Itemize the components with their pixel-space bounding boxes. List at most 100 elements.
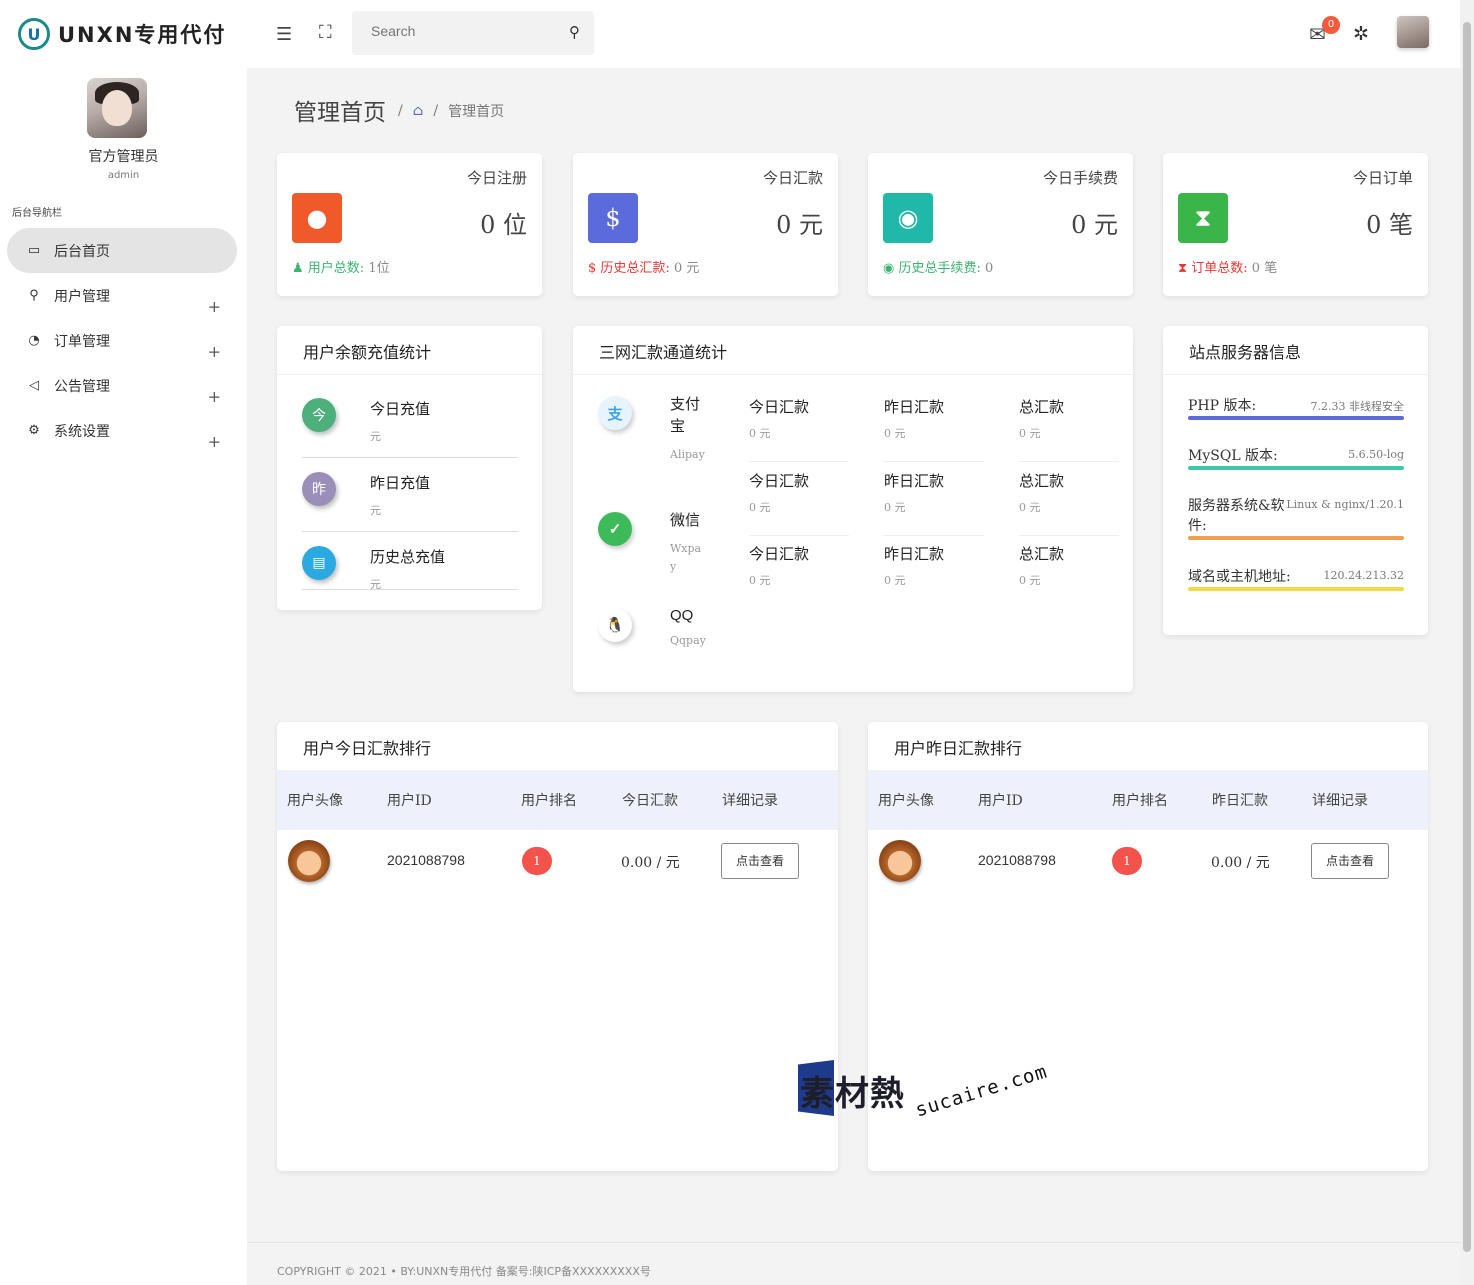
panel-title: 站点服务器信息 xyxy=(1189,343,1302,362)
channel-name: 微信 xyxy=(670,511,701,529)
page-footer: COPYRIGHT © 2021 • BY:UNXN专用代付 备案号:陕ICP备… xyxy=(247,1242,1460,1285)
user-avatar xyxy=(288,840,330,882)
sidebar-item-label: 后台首页 xyxy=(54,243,110,260)
list-item: 今 今日充值 元 xyxy=(302,384,518,458)
panel-title: 用户今日汇款排行 xyxy=(303,739,432,758)
cell-value: 0 元 xyxy=(1019,427,1041,440)
sidebar-item-label: 系统设置 xyxy=(54,423,110,440)
sidebar-item-orders[interactable]: ◔ 订单管理 + xyxy=(7,318,237,363)
cell-value: 0 元 xyxy=(884,427,906,440)
expand-icon[interactable]: + xyxy=(208,432,221,451)
channel-cell: 今日汇款 0 元 xyxy=(749,543,849,609)
apps-icon[interactable]: ✲ xyxy=(1353,23,1369,45)
view-detail-button[interactable]: 点击查看 xyxy=(1311,843,1389,879)
list-item: 昨 昨日充值 元 xyxy=(302,458,518,532)
column-header: 详细记录 xyxy=(722,793,778,809)
server-value: Linux & nginx/1.20.1 xyxy=(1286,498,1404,511)
stat-foot-label: 历史总汇款: xyxy=(600,261,670,276)
server-row-mysql: MySQL 版本: 5.6.50-log xyxy=(1188,446,1404,476)
fullscreen-icon[interactable]: ⛶ xyxy=(319,22,332,43)
column-header: 用户头像 xyxy=(878,793,934,809)
stat-foot-label: 订单总数: xyxy=(1191,261,1248,276)
alipay-icon: 支 xyxy=(598,396,632,430)
cell-label: 总汇款 xyxy=(1019,472,1065,490)
stat-card-remittance: 今日汇款 $ 0 元 $ 历史总汇款: 0 元 xyxy=(573,153,838,296)
server-bar xyxy=(1188,536,1404,540)
expand-icon[interactable]: + xyxy=(208,342,221,361)
search-input[interactable] xyxy=(371,23,551,39)
amount: 0.00 / 元 xyxy=(1211,855,1270,871)
cell-value: 0 元 xyxy=(884,574,906,587)
user-id: 2021088798 xyxy=(387,852,465,868)
sidebar-item-settings[interactable]: ⚙ 系统设置 + xyxy=(7,408,237,453)
server-row-php: PHP 版本: 7.2.33 非线程安全 xyxy=(1188,396,1404,426)
menu-toggle-icon[interactable]: ☰ xyxy=(276,24,292,45)
page-title: 管理首页 xyxy=(294,100,386,126)
channel-name: QQ xyxy=(670,607,694,624)
stat-footer: ♟ 用户总数: 1位 xyxy=(292,257,390,276)
server-row-host: 域名或主机地址: 120.24.213.32 xyxy=(1188,567,1404,597)
stat-title: 今日订单 xyxy=(1352,169,1413,187)
cell-value: 0 元 xyxy=(749,501,771,514)
list-item: ▤ 历史总充值 元 xyxy=(302,532,518,591)
sidebar-item-dashboard[interactable]: ▭ 后台首页 xyxy=(7,228,237,273)
channel-cell: 总汇款 0 元 xyxy=(1019,396,1119,462)
admin-role: admin xyxy=(107,170,140,181)
stat-footer: $ 历史总汇款: 0 元 xyxy=(588,257,699,276)
cell-value: 0 元 xyxy=(749,574,771,587)
channel-cell: 昨日汇款 0 元 xyxy=(884,396,984,462)
pie-chart-icon: ◔ xyxy=(28,333,40,348)
stat-title: 今日注册 xyxy=(466,169,527,187)
cell-label: 昨日汇款 xyxy=(884,545,945,563)
expand-icon[interactable]: + xyxy=(208,387,221,406)
view-detail-button[interactable]: 点击查看 xyxy=(721,843,799,879)
scrollbar-thumb[interactable] xyxy=(1463,22,1471,1252)
wechat-icon: ✓ xyxy=(598,512,632,546)
server-value: 7.2.33 非线程安全 xyxy=(1310,400,1404,413)
cell-value: 0 元 xyxy=(1019,501,1041,514)
channel-name: 支付宝 xyxy=(670,395,701,435)
dollar-icon: $ xyxy=(588,193,638,243)
column-header: 昨日汇款 xyxy=(1212,793,1268,809)
sidebar-item-label: 公告管理 xyxy=(54,378,110,395)
watermark-en: sucaire.com xyxy=(912,1060,1051,1122)
recharge-unit: 元 xyxy=(370,504,381,517)
stat-value: 0 位 xyxy=(480,211,527,239)
stat-foot-value: 0 xyxy=(985,261,994,276)
page-scrollbar[interactable] xyxy=(1460,0,1474,1285)
cell-value: 0 元 xyxy=(1019,574,1041,587)
stat-card-orders: 今日订单 ⧗ 0 笔 ⧗ 订单总数: 0 笔 xyxy=(1163,153,1428,296)
stat-value: 0 元 xyxy=(776,211,823,239)
watermark-cn: 素材熱 xyxy=(800,1074,905,1114)
channel-cell: 今日汇款 0 元 xyxy=(749,470,849,536)
qq-icon: 🐧 xyxy=(598,608,632,642)
stat-card-registrations: 今日注册 ● 0 位 ♟ 用户总数: 1位 xyxy=(277,153,542,296)
search-icon[interactable]: ⚲ xyxy=(569,23,580,41)
channel-sub: Wxpay xyxy=(670,542,702,573)
expand-icon[interactable]: + xyxy=(208,297,221,316)
header-avatar[interactable] xyxy=(1397,16,1429,48)
home-icon[interactable]: ⌂ xyxy=(413,103,424,119)
nav-caption: 后台导航栏 xyxy=(12,208,62,219)
monitor-icon: ▭ xyxy=(27,243,41,258)
user-icon: ● xyxy=(292,193,342,243)
user-id: 2021088798 xyxy=(978,852,1056,868)
stat-value: 0 元 xyxy=(1071,211,1118,239)
sidebar-item-label: 订单管理 xyxy=(54,333,110,350)
cell-label: 昨日汇款 xyxy=(884,398,945,416)
sidebar-nav: ▭ 后台首页 ⚲ 用户管理 + ◔ 订单管理 + ◁ 公告管理 + ⚙ 系统设置… xyxy=(7,228,237,453)
sidebar-item-notices[interactable]: ◁ 公告管理 + xyxy=(7,363,237,408)
server-key: MySQL 版本: xyxy=(1188,448,1278,464)
copyright-text: COPYRIGHT © 2021 • BY:UNXN专用代付 备案号:陕ICP备… xyxy=(277,1265,651,1278)
column-header: 用户排名 xyxy=(1112,793,1168,809)
users-icon: ♟ xyxy=(292,261,308,276)
logo[interactable]: U UNXN专用代付 xyxy=(18,18,226,50)
sidebar-item-users[interactable]: ⚲ 用户管理 + xyxy=(7,273,237,318)
admin-avatar[interactable] xyxy=(87,78,147,138)
admin-name: 官方管理员 xyxy=(88,149,159,165)
user-icon: ⚲ xyxy=(29,288,39,303)
gear-icon: ⚙ xyxy=(28,423,40,438)
stat-title: 今日手续费 xyxy=(1042,169,1118,187)
cell-value: 0 元 xyxy=(884,501,906,514)
column-header: 用户ID xyxy=(387,793,432,809)
